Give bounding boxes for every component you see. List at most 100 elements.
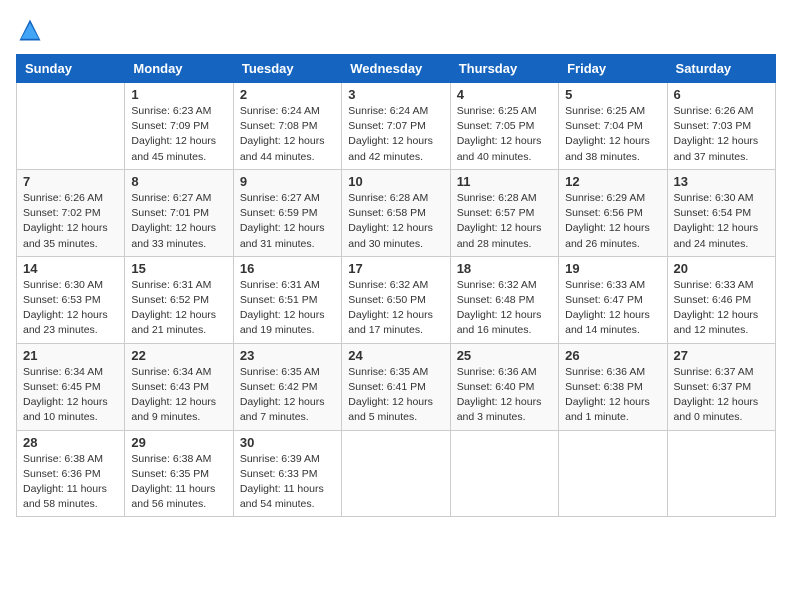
calendar-cell: 27 Sunrise: 6:37 AM Sunset: 6:37 PM Dayli… <box>667 343 775 430</box>
day-info: Sunrise: 6:34 AM Sunset: 6:43 PM Dayligh… <box>131 365 226 426</box>
calendar-cell: 29 Sunrise: 6:38 AM Sunset: 6:35 PM Dayli… <box>125 430 233 517</box>
weekday-header-tuesday: Tuesday <box>233 55 341 83</box>
day-number: 16 <box>240 261 335 276</box>
day-number: 23 <box>240 348 335 363</box>
day-info: Sunrise: 6:33 AM Sunset: 6:47 PM Dayligh… <box>565 278 660 339</box>
day-number: 8 <box>131 174 226 189</box>
calendar-cell: 12 Sunrise: 6:29 AM Sunset: 6:56 PM Dayli… <box>559 169 667 256</box>
day-number: 22 <box>131 348 226 363</box>
calendar-cell: 5 Sunrise: 6:25 AM Sunset: 7:04 PM Daylig… <box>559 83 667 170</box>
day-info: Sunrise: 6:39 AM Sunset: 6:33 PM Dayligh… <box>240 452 335 513</box>
day-info: Sunrise: 6:31 AM Sunset: 6:51 PM Dayligh… <box>240 278 335 339</box>
day-info: Sunrise: 6:24 AM Sunset: 7:08 PM Dayligh… <box>240 104 335 165</box>
day-number: 10 <box>348 174 443 189</box>
calendar-cell: 1 Sunrise: 6:23 AM Sunset: 7:09 PM Daylig… <box>125 83 233 170</box>
day-info: Sunrise: 6:30 AM Sunset: 6:54 PM Dayligh… <box>674 191 769 252</box>
day-number: 25 <box>457 348 552 363</box>
calendar-week-4: 21 Sunrise: 6:34 AM Sunset: 6:45 PM Dayli… <box>17 343 776 430</box>
day-info: Sunrise: 6:25 AM Sunset: 7:05 PM Dayligh… <box>457 104 552 165</box>
calendar-cell: 22 Sunrise: 6:34 AM Sunset: 6:43 PM Dayli… <box>125 343 233 430</box>
day-info: Sunrise: 6:38 AM Sunset: 6:35 PM Dayligh… <box>131 452 226 513</box>
page-header <box>16 16 776 44</box>
day-number: 3 <box>348 87 443 102</box>
day-number: 13 <box>674 174 769 189</box>
day-info: Sunrise: 6:36 AM Sunset: 6:40 PM Dayligh… <box>457 365 552 426</box>
day-info: Sunrise: 6:32 AM Sunset: 6:50 PM Dayligh… <box>348 278 443 339</box>
day-info: Sunrise: 6:29 AM Sunset: 6:56 PM Dayligh… <box>565 191 660 252</box>
calendar-cell <box>17 83 125 170</box>
calendar-week-2: 7 Sunrise: 6:26 AM Sunset: 7:02 PM Daylig… <box>17 169 776 256</box>
day-info: Sunrise: 6:25 AM Sunset: 7:04 PM Dayligh… <box>565 104 660 165</box>
day-info: Sunrise: 6:27 AM Sunset: 7:01 PM Dayligh… <box>131 191 226 252</box>
day-info: Sunrise: 6:26 AM Sunset: 7:02 PM Dayligh… <box>23 191 118 252</box>
day-number: 27 <box>674 348 769 363</box>
day-number: 12 <box>565 174 660 189</box>
day-number: 9 <box>240 174 335 189</box>
day-info: Sunrise: 6:32 AM Sunset: 6:48 PM Dayligh… <box>457 278 552 339</box>
calendar-table: SundayMondayTuesdayWednesdayThursdayFrid… <box>16 54 776 517</box>
day-number: 21 <box>23 348 118 363</box>
calendar-cell: 21 Sunrise: 6:34 AM Sunset: 6:45 PM Dayli… <box>17 343 125 430</box>
weekday-header-wednesday: Wednesday <box>342 55 450 83</box>
calendar-cell: 8 Sunrise: 6:27 AM Sunset: 7:01 PM Daylig… <box>125 169 233 256</box>
logo <box>16 16 48 44</box>
weekday-header-thursday: Thursday <box>450 55 558 83</box>
day-number: 11 <box>457 174 552 189</box>
day-number: 18 <box>457 261 552 276</box>
calendar-cell: 4 Sunrise: 6:25 AM Sunset: 7:05 PM Daylig… <box>450 83 558 170</box>
calendar-cell <box>559 430 667 517</box>
day-number: 24 <box>348 348 443 363</box>
day-info: Sunrise: 6:38 AM Sunset: 6:36 PM Dayligh… <box>23 452 118 513</box>
day-info: Sunrise: 6:24 AM Sunset: 7:07 PM Dayligh… <box>348 104 443 165</box>
calendar-cell <box>667 430 775 517</box>
day-info: Sunrise: 6:36 AM Sunset: 6:38 PM Dayligh… <box>565 365 660 426</box>
day-number: 5 <box>565 87 660 102</box>
day-info: Sunrise: 6:28 AM Sunset: 6:57 PM Dayligh… <box>457 191 552 252</box>
weekday-header-saturday: Saturday <box>667 55 775 83</box>
calendar-cell: 17 Sunrise: 6:32 AM Sunset: 6:50 PM Dayli… <box>342 256 450 343</box>
calendar-cell: 26 Sunrise: 6:36 AM Sunset: 6:38 PM Dayli… <box>559 343 667 430</box>
day-number: 29 <box>131 435 226 450</box>
calendar-cell: 18 Sunrise: 6:32 AM Sunset: 6:48 PM Dayli… <box>450 256 558 343</box>
day-number: 26 <box>565 348 660 363</box>
calendar-week-5: 28Sunrise: 6:38 AM Sunset: 6:36 PM Dayli… <box>17 430 776 517</box>
calendar-cell: 16 Sunrise: 6:31 AM Sunset: 6:51 PM Dayli… <box>233 256 341 343</box>
calendar-cell: 2 Sunrise: 6:24 AM Sunset: 7:08 PM Daylig… <box>233 83 341 170</box>
day-info: Sunrise: 6:37 AM Sunset: 6:37 PM Dayligh… <box>674 365 769 426</box>
calendar-cell: 15 Sunrise: 6:31 AM Sunset: 6:52 PM Dayli… <box>125 256 233 343</box>
weekday-header-row: SundayMondayTuesdayWednesdayThursdayFrid… <box>17 55 776 83</box>
calendar-cell <box>450 430 558 517</box>
day-info: Sunrise: 6:33 AM Sunset: 6:46 PM Dayligh… <box>674 278 769 339</box>
day-number: 2 <box>240 87 335 102</box>
calendar-cell: 28Sunrise: 6:38 AM Sunset: 6:36 PM Dayli… <box>17 430 125 517</box>
day-number: 17 <box>348 261 443 276</box>
logo-icon <box>16 16 44 44</box>
calendar-cell: 3 Sunrise: 6:24 AM Sunset: 7:07 PM Daylig… <box>342 83 450 170</box>
day-number: 1 <box>131 87 226 102</box>
day-info: Sunrise: 6:26 AM Sunset: 7:03 PM Dayligh… <box>674 104 769 165</box>
calendar-week-3: 14 Sunrise: 6:30 AM Sunset: 6:53 PM Dayli… <box>17 256 776 343</box>
day-number: 30 <box>240 435 335 450</box>
day-number: 14 <box>23 261 118 276</box>
weekday-header-friday: Friday <box>559 55 667 83</box>
day-number: 7 <box>23 174 118 189</box>
day-info: Sunrise: 6:31 AM Sunset: 6:52 PM Dayligh… <box>131 278 226 339</box>
calendar-cell: 23Sunrise: 6:35 AM Sunset: 6:42 PM Dayli… <box>233 343 341 430</box>
calendar-cell: 24 Sunrise: 6:35 AM Sunset: 6:41 PM Dayli… <box>342 343 450 430</box>
day-info: Sunrise: 6:35 AM Sunset: 6:41 PM Dayligh… <box>348 365 443 426</box>
day-number: 15 <box>131 261 226 276</box>
calendar-cell <box>342 430 450 517</box>
weekday-header-sunday: Sunday <box>17 55 125 83</box>
weekday-header-monday: Monday <box>125 55 233 83</box>
day-info: Sunrise: 6:23 AM Sunset: 7:09 PM Dayligh… <box>131 104 226 165</box>
day-info: Sunrise: 6:34 AM Sunset: 6:45 PM Dayligh… <box>23 365 118 426</box>
day-info: Sunrise: 6:30 AM Sunset: 6:53 PM Dayligh… <box>23 278 118 339</box>
day-number: 6 <box>674 87 769 102</box>
calendar-week-1: 1 Sunrise: 6:23 AM Sunset: 7:09 PM Daylig… <box>17 83 776 170</box>
day-number: 20 <box>674 261 769 276</box>
day-number: 4 <box>457 87 552 102</box>
calendar-cell: 9Sunrise: 6:27 AM Sunset: 6:59 PM Daylig… <box>233 169 341 256</box>
calendar-cell: 19 Sunrise: 6:33 AM Sunset: 6:47 PM Dayli… <box>559 256 667 343</box>
day-info: Sunrise: 6:28 AM Sunset: 6:58 PM Dayligh… <box>348 191 443 252</box>
day-number: 19 <box>565 261 660 276</box>
